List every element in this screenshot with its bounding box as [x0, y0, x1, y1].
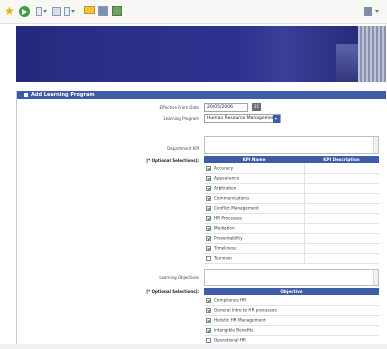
kpi-name: Accuracy [214, 165, 234, 171]
kpi-name: Arbitration [214, 185, 237, 191]
objective-name: General Intro to HR processes [214, 307, 277, 313]
textarea-scrollbar[interactable] [373, 137, 378, 153]
objective-name: Operational HR [214, 337, 246, 343]
objective-checkbox[interactable] [206, 307, 211, 313]
status-bar [0, 344, 387, 349]
kpi-name: Presentability [214, 235, 243, 241]
objective-checkbox[interactable] [206, 337, 211, 343]
kpi-checkbox[interactable] [206, 175, 211, 181]
objective-name: Compliance HR [214, 297, 247, 303]
banner-building [358, 26, 386, 82]
table-row: Arbitration [204, 183, 379, 194]
learning-objectives-label: Learning Objectives [159, 275, 199, 280]
history-icon[interactable] [36, 6, 47, 17]
header-banner [16, 26, 386, 82]
textarea-scrollbar[interactable] [373, 270, 378, 285]
learning-program-label: Learning Program [163, 116, 199, 121]
toolbar-right [364, 7, 379, 16]
effective-from-input[interactable]: 20/05/2006 [204, 103, 248, 112]
kpi-name-header: KPI Name [204, 156, 304, 163]
kpi-checkbox[interactable] [206, 195, 211, 201]
table-row: Turnover [204, 253, 379, 264]
table-row: Accuracy [204, 163, 379, 174]
objective-checkbox[interactable] [206, 317, 211, 323]
messenger-icon[interactable] [112, 6, 123, 17]
table-row: General Intro to HR processes [204, 305, 379, 316]
objective-table: Objective Compliance HR General Intro to… [204, 288, 379, 346]
kpi-checkbox[interactable] [206, 165, 211, 171]
print-icon[interactable] [52, 6, 63, 17]
kpi-name: Appearance [214, 175, 240, 181]
table-row: Intangible Benefits [204, 325, 379, 336]
table-row: Compliance HR [204, 295, 379, 306]
kpi-checkbox[interactable] [206, 235, 211, 241]
panel-title: Add Learning Program [31, 92, 95, 98]
kpi-checkbox[interactable] [206, 255, 211, 261]
table-row: Presentability [204, 233, 379, 244]
kpi-name: Communications [214, 195, 250, 201]
kpi-checkbox[interactable] [206, 185, 211, 191]
kpi-description-header: KPI Description [304, 156, 379, 163]
objective-name: Intangible Benefits [214, 327, 254, 333]
learning-program-value: Human Resource Management [207, 116, 277, 121]
kpi-name: Turnover [214, 255, 233, 261]
learning-objectives-textarea[interactable] [204, 269, 379, 286]
chevron-down-icon[interactable] [375, 10, 379, 13]
kpi-table: KPI Name KPI Description Accuracy Appear… [204, 156, 379, 264]
kpi-name: HR Processes [214, 215, 243, 221]
learning-program-select[interactable]: Human Resource Management [204, 114, 281, 123]
folder-icon[interactable] [84, 6, 95, 17]
table-row: Timeliness [204, 243, 379, 254]
table-row: Appearance [204, 173, 379, 184]
kpi-checkbox[interactable] [206, 245, 211, 251]
kpi-checkbox[interactable] [206, 205, 211, 211]
objective-header: Objective [204, 288, 379, 295]
window-icon[interactable] [98, 6, 109, 17]
kpi-checkbox[interactable] [206, 215, 211, 221]
department-kpi-label: Department KPI [167, 146, 199, 151]
panel-header: Add Learning Program [17, 91, 386, 99]
calendar-icon[interactable]: 21 [252, 103, 261, 111]
table-row: Holistic HR Management [204, 315, 379, 326]
mail-icon[interactable] [64, 6, 75, 17]
table-row: HR Processes [204, 213, 379, 224]
objective-checkbox[interactable] [206, 297, 211, 303]
panel-bullet-icon [24, 93, 28, 97]
optional-selections-label: [* Optional Selections]: [146, 158, 199, 163]
objective-checkbox[interactable] [206, 327, 211, 333]
add-learning-program-panel: Add Learning Program Effective From Date… [16, 91, 386, 349]
table-row: Communications [204, 193, 379, 204]
edit-icon[interactable] [364, 7, 372, 16]
table-row: Conflict Management [204, 203, 379, 214]
forward-arrow-icon[interactable] [19, 6, 30, 17]
kpi-name: Timeliness [214, 245, 237, 251]
department-kpi-textarea[interactable] [204, 136, 379, 154]
banner-image [336, 44, 358, 82]
table-row: Mediation [204, 223, 379, 234]
kpi-name: Conflict Management [214, 205, 259, 211]
effective-from-label: Effective From Date [159, 105, 199, 110]
objective-name: Holistic HR Management [214, 317, 266, 323]
browser-toolbar: ★ [0, 0, 387, 24]
kpi-checkbox[interactable] [206, 225, 211, 231]
favorites-star-icon[interactable]: ★ [4, 5, 15, 17]
chevron-down-icon[interactable] [273, 115, 280, 123]
optional-selections-label-2: [* Optional Selections]: [146, 289, 199, 294]
kpi-name: Mediation [214, 225, 235, 231]
